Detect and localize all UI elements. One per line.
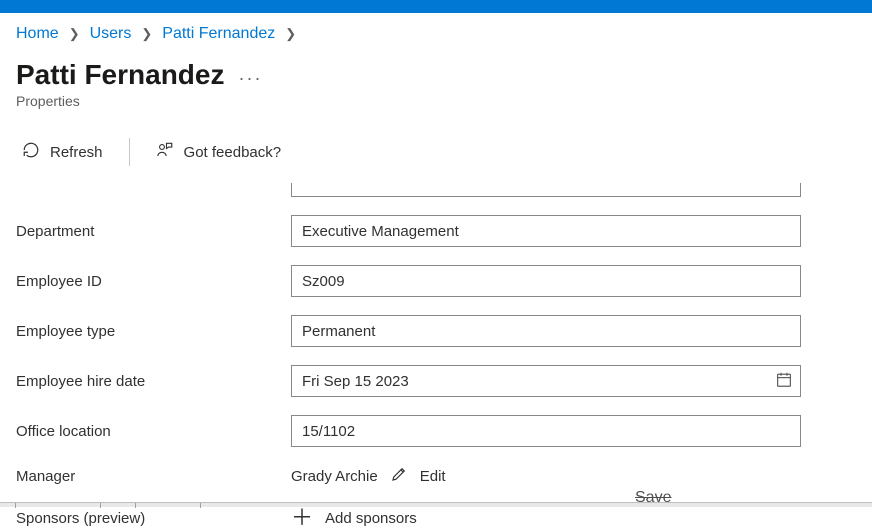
top-app-bar — [0, 0, 872, 13]
chevron-right-icon: ❯ — [285, 26, 296, 42]
feedback-button[interactable]: Got feedback? — [150, 137, 288, 167]
feedback-label: Got feedback? — [184, 144, 282, 161]
partial-input-above[interactable] — [291, 183, 801, 197]
chevron-right-icon: ❯ — [69, 26, 80, 42]
department-label: Department — [16, 223, 291, 240]
employee-type-input[interactable] — [291, 315, 801, 347]
breadcrumb-home[interactable]: Home — [16, 25, 59, 43]
employee-hire-date-input[interactable] — [291, 365, 801, 397]
refresh-button[interactable]: Refresh — [16, 137, 109, 167]
page-title: Patti Fernandez — [16, 59, 224, 91]
more-actions-icon[interactable]: ··· — [238, 62, 262, 89]
office-location-label: Office location — [16, 423, 291, 440]
manager-label: Manager — [16, 468, 291, 485]
employee-hire-date-label: Employee hire date — [16, 373, 291, 390]
add-sponsors-button[interactable]: ＋ Add sponsors — [291, 505, 417, 531]
employee-id-label: Employee ID — [16, 273, 291, 290]
refresh-label: Refresh — [50, 144, 103, 161]
bottom-border — [0, 502, 872, 507]
breadcrumb-current[interactable]: Patti Fernandez — [162, 25, 275, 43]
employee-type-label: Employee type — [16, 323, 291, 340]
sponsors-label: Sponsors (preview) — [16, 510, 291, 527]
refresh-icon — [22, 141, 40, 163]
toolbar: Refresh Got feedback? — [16, 137, 856, 179]
person-feedback-icon — [156, 141, 174, 163]
employee-id-input[interactable] — [291, 265, 801, 297]
plus-icon: ＋ — [291, 507, 313, 529]
properties-form: Department Employee ID Employee type Emp… — [16, 183, 856, 531]
edit-icon[interactable] — [390, 465, 408, 487]
manager-value: Grady Archie — [291, 468, 378, 485]
breadcrumb-users[interactable]: Users — [90, 25, 132, 43]
toolbar-divider — [129, 138, 130, 166]
office-location-input[interactable] — [291, 415, 801, 447]
breadcrumb: Home ❯ Users ❯ Patti Fernandez ❯ — [16, 13, 856, 51]
department-input[interactable] — [291, 215, 801, 247]
chevron-right-icon: ❯ — [141, 26, 152, 42]
add-sponsors-label: Add sponsors — [325, 510, 417, 527]
manager-edit-link[interactable]: Edit — [420, 468, 446, 485]
page-subtitle: Properties — [16, 93, 856, 109]
